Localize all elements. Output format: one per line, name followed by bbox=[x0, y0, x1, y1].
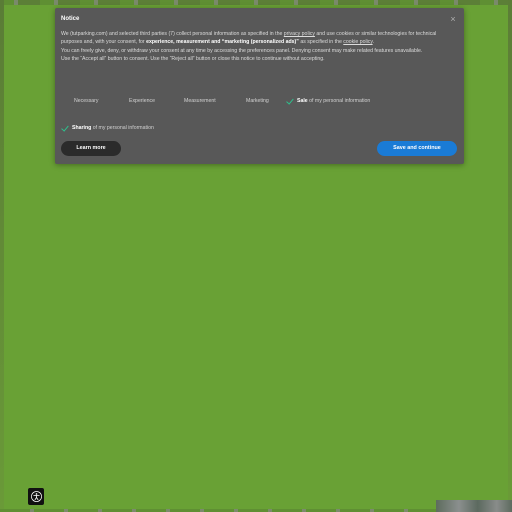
notice-purposes: experience, measurement and “marketing (… bbox=[146, 39, 299, 46]
choice-sale[interactable]: Sale of my personal information bbox=[286, 96, 370, 106]
choice-label: Sharing of my personal information bbox=[72, 125, 154, 131]
checkbox-experience[interactable] bbox=[118, 98, 125, 105]
consent-choices: Necessary Experience Measurement Marketi… bbox=[61, 96, 461, 106]
notice-paragraph-1: We (tutparking.com) and selected third p… bbox=[61, 30, 453, 47]
checkbox-sharing-checked-icon[interactable] bbox=[61, 125, 68, 132]
close-button[interactable]: × bbox=[448, 14, 458, 24]
choice-experience[interactable]: Experience bbox=[118, 96, 155, 106]
choice-marketing[interactable]: Marketing bbox=[235, 96, 269, 106]
notice-paragraph-2: You can freely give, deny, or withdraw y… bbox=[61, 47, 423, 54]
choice-label-bold: Sharing bbox=[72, 125, 92, 131]
choice-measurement[interactable]: Measurement bbox=[173, 96, 216, 106]
choice-label: Sale of my personal information bbox=[297, 98, 370, 104]
checkbox-sale-checked-icon[interactable] bbox=[286, 98, 293, 105]
choice-necessary[interactable]: Necessary bbox=[63, 96, 99, 106]
notice-text: as specified in the bbox=[298, 39, 344, 46]
cookie-consent-dialog: Notice × We (tutparking.com) and selecte… bbox=[55, 8, 464, 164]
learn-more-button[interactable]: Learn more bbox=[61, 141, 121, 156]
privacy-policy-link[interactable]: privacy policy bbox=[284, 31, 315, 37]
notice-paragraph-3: Use the “Accept all” button to consent. … bbox=[61, 56, 325, 63]
save-and-continue-button[interactable]: Save and continue bbox=[377, 141, 457, 156]
background-photo-strip-left bbox=[0, 0, 4, 512]
checkbox-measurement[interactable] bbox=[173, 98, 180, 105]
notice-text: We (tutparking.com) and selected third p… bbox=[61, 31, 284, 37]
checkbox-marketing[interactable] bbox=[235, 98, 242, 105]
notice-text: . bbox=[372, 39, 375, 46]
choice-label: Necessary bbox=[74, 98, 99, 104]
background-photo-corner bbox=[436, 500, 512, 512]
choice-label: Marketing bbox=[246, 98, 269, 104]
checkbox-necessary[interactable] bbox=[63, 98, 70, 105]
choice-label-rest: of my personal information bbox=[307, 98, 371, 104]
accessibility-button[interactable] bbox=[28, 488, 44, 505]
choice-label-bold: Sale bbox=[297, 98, 308, 104]
choice-label-rest: of my personal information bbox=[91, 125, 154, 131]
dialog-title: Notice bbox=[61, 16, 80, 22]
accessibility-icon bbox=[30, 491, 42, 502]
background-photo-strip-right bbox=[508, 0, 512, 512]
choice-sharing[interactable]: Sharing of my personal information bbox=[61, 123, 154, 133]
choice-label: Measurement bbox=[184, 98, 216, 104]
background-photo-strip-top bbox=[0, 0, 512, 5]
choice-label: Experience bbox=[129, 98, 155, 104]
notice-body: We (tutparking.com) and selected third p… bbox=[61, 30, 453, 64]
cookie-policy-link[interactable]: cookie policy bbox=[343, 39, 372, 45]
